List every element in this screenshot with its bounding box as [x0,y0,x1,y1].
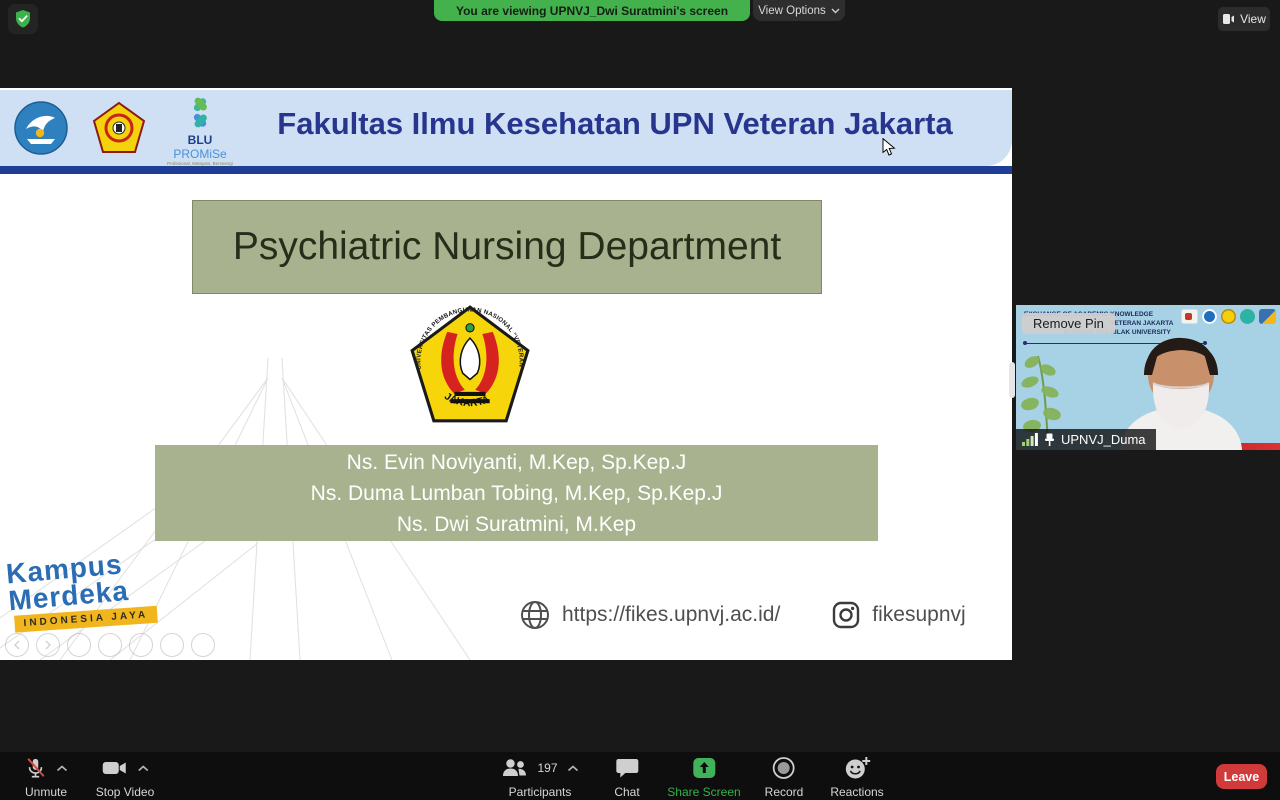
connection-signal-icon [1022,433,1038,446]
participants-label: Participants [509,785,572,799]
presenter-name: Ns. Dwi Suratmini, M.Kep [397,509,636,540]
leave-label: Leave [1224,770,1259,784]
kampus-merdeka-logo: Kampus Merdeka INDONESIA JAYA [5,548,158,635]
university-seal: UNIVERSITAS PEMBANGUNAN NASIONAL "VETERA… [408,303,532,427]
partner-logo [1221,309,1236,324]
slide-footer: https://fikes.upnvj.ac.id/ fikesupnvj [520,600,966,630]
kemdikbud-logo [14,101,68,155]
record-button[interactable]: Record [765,756,804,799]
shared-screen-slide: BLU PROMiSe Profesional, Melayani, Bersi… [0,88,1012,660]
department-title: Psychiatric Nursing Department [233,225,781,269]
slide-header-strip [0,166,1012,174]
chat-icon [615,757,639,779]
ghost-comment-icon [129,633,153,657]
participant-name-tag: UPNVJ_Duma [1016,429,1156,450]
unmute-button[interactable]: Unmute [25,756,68,799]
presenter-name: Ns. Duma Lumban Tobing, M.Kep, Sp.Kep.J [311,478,723,509]
university-seal-box: UNIVERSITAS PEMBANGUNAN NASIONAL "VETERA… [402,297,538,433]
instagram-handle: fikesupnvj [872,603,965,627]
blu-name-bold: BLU [188,133,213,147]
presenter-name: Ns. Evin Noviyanti, M.Kep, Sp.Kep.J [347,447,687,478]
participants-count: 197 [537,761,557,775]
remote-cursor-icon [881,138,897,156]
ghost-control-icon [98,633,122,657]
chat-button[interactable]: Chat [614,756,639,799]
view-button[interactable]: View [1218,7,1270,31]
unmute-options-caret-icon[interactable] [57,765,68,772]
reactions-smiley-icon [844,756,870,780]
share-screen-button[interactable]: Share Screen [667,756,740,799]
partner-logos [1181,309,1276,324]
participant-name-label: UPNVJ_Duma [1061,432,1146,447]
participants-icon [501,757,527,779]
pin-icon [1044,433,1055,446]
view-options-label: View Options [758,5,826,17]
share-screen-label: Share Screen [667,785,740,799]
department-title-box: Psychiatric Nursing Department [192,200,822,294]
slide-header-banner: BLU PROMiSe Profesional, Melayani, Bersi… [0,90,1012,166]
screen-viewing-banner: You are viewing UPNVJ_Dwi Suratmini's sc… [434,0,750,21]
share-screen-icon [692,757,716,779]
view-button-label: View [1240,12,1266,26]
slide-header-title: Fakultas Ilmu Kesehatan UPN Veteran Jaka… [235,106,995,142]
partner-logo [1202,309,1217,324]
participants-button[interactable]: 197 Participants [501,756,578,799]
website-url: https://fikes.upnvj.ac.id/ [562,603,780,627]
pinned-video-tile[interactable]: EXCHANGE OF ACADEMIC KNOWLEDGE VETERAN J… [1016,305,1280,450]
unmute-label: Unmute [25,785,67,799]
presenters-box: Ns. Evin Noviyanti, M.Kep, Sp.Kep.J Ns. … [155,445,878,541]
partner-logo [1259,309,1276,324]
ghost-prev-icon [5,633,29,657]
panel-resize-handle[interactable] [1009,362,1015,398]
ghost-zoom-icon [160,633,184,657]
view-layout-icon [1222,13,1235,25]
upnvj-pentagon-logo [92,101,146,155]
zoom-meeting-window: You are viewing UPNVJ_Dwi Suratmini's sc… [0,0,1280,800]
blu-promise-logo: BLU PROMiSe Profesional, Melayani, Bersi… [165,96,235,166]
reactions-label: Reactions [830,785,883,799]
slideshow-ghost-controls [5,633,215,657]
chevron-down-icon [831,8,840,14]
screen-viewing-banner-text: You are viewing UPNVJ_Dwi Suratmini's sc… [456,4,728,18]
camera-icon [102,756,128,780]
ghost-more-icon [191,633,215,657]
ghost-pen-icon [67,633,91,657]
leave-button[interactable]: Leave [1216,764,1267,789]
remove-pin-button[interactable]: Remove Pin [1022,313,1115,334]
instagram-icon [832,601,860,629]
globe-icon [520,600,550,630]
reactions-button[interactable]: Reactions [830,756,883,799]
partner-logo [1240,309,1255,324]
security-shield-button[interactable] [8,4,38,34]
ghost-next-icon [36,633,60,657]
remove-pin-label: Remove Pin [1033,316,1104,331]
participants-options-caret-icon[interactable] [568,765,579,772]
stop-video-label: Stop Video [96,785,155,799]
meeting-toolbar: Unmute Stop Video [0,752,1280,800]
blu-promise-mark-icon [182,96,218,130]
shield-check-icon [13,9,33,29]
blu-name-light: PROMiSe [173,147,226,161]
record-label: Record [765,785,804,799]
stop-video-button[interactable]: Stop Video [96,756,155,799]
mic-muted-icon [25,756,47,780]
stop-video-options-caret-icon[interactable] [138,765,149,772]
partner-logo [1181,309,1198,324]
view-options-button[interactable]: View Options [753,0,845,21]
chat-label: Chat [614,785,639,799]
record-icon [772,756,796,780]
